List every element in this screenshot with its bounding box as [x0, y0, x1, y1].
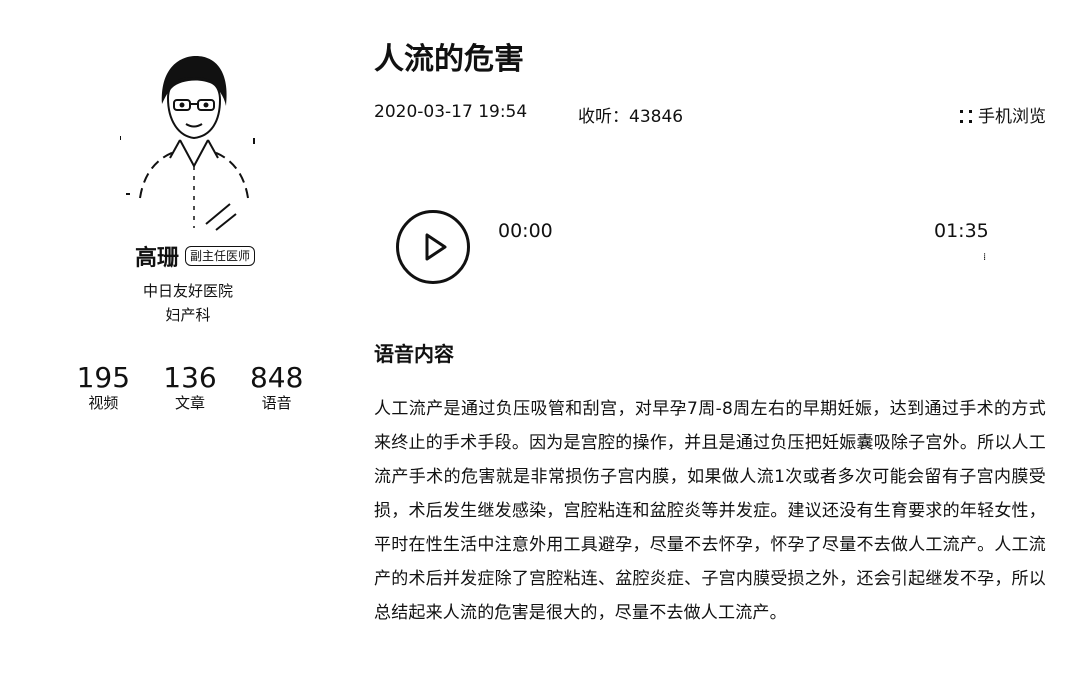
doctor-name-row: 高珊 副主任医师: [60, 240, 320, 272]
doctor-department[interactable]: 妇产科: [60, 304, 316, 325]
stat-audio[interactable]: 848 语音: [233, 361, 320, 413]
stat-value: 195: [76, 361, 131, 394]
publish-date: 2020-03-17 19:54: [374, 102, 528, 122]
stat-value: 848: [249, 361, 304, 394]
audio-player: 00:00 01:35 ⁞: [394, 208, 994, 294]
stat-label: 视频: [88, 394, 119, 412]
listen-value: 43846: [629, 107, 684, 127]
doctor-avatar[interactable]: [120, 48, 260, 238]
listen-count: 收听：43846: [578, 102, 683, 127]
section-title: 语音内容: [374, 342, 454, 366]
article-meta: 2020-03-17 19:54 收听：43846 手机浏览: [374, 102, 1046, 127]
progress-marker: ⁞: [983, 252, 987, 263]
doctor-stats: 195 视频 136 文章 848 语音: [60, 361, 320, 413]
duration: 01:35: [934, 220, 989, 242]
stat-label: 文章: [175, 394, 206, 412]
listen-label: 收听：: [578, 107, 629, 127]
play-button[interactable]: [396, 210, 470, 284]
doctor-name[interactable]: 高珊: [135, 246, 179, 271]
current-time: 00:00: [498, 220, 553, 242]
audio-transcript: 人工流产是通过负压吸管和刮宫，对早孕7周-8周左右的早期妊娠，达到通过手术的方式…: [374, 399, 1046, 623]
doctor-title-badge: 副主任医师: [185, 246, 256, 266]
doctor-hospital[interactable]: 中日友好医院: [60, 280, 316, 301]
stat-videos[interactable]: 195 视频: [60, 361, 147, 413]
play-icon: [425, 233, 447, 261]
mobile-view-link[interactable]: 手机浏览: [960, 102, 1046, 127]
mobile-view-label: 手机浏览: [978, 107, 1046, 127]
qr-code-icon: [960, 110, 972, 124]
stat-value: 136: [163, 361, 217, 394]
stat-label: 语音: [261, 394, 292, 412]
article-title: 人流的危害: [374, 42, 524, 77]
stat-articles[interactable]: 136 文章: [147, 361, 234, 413]
